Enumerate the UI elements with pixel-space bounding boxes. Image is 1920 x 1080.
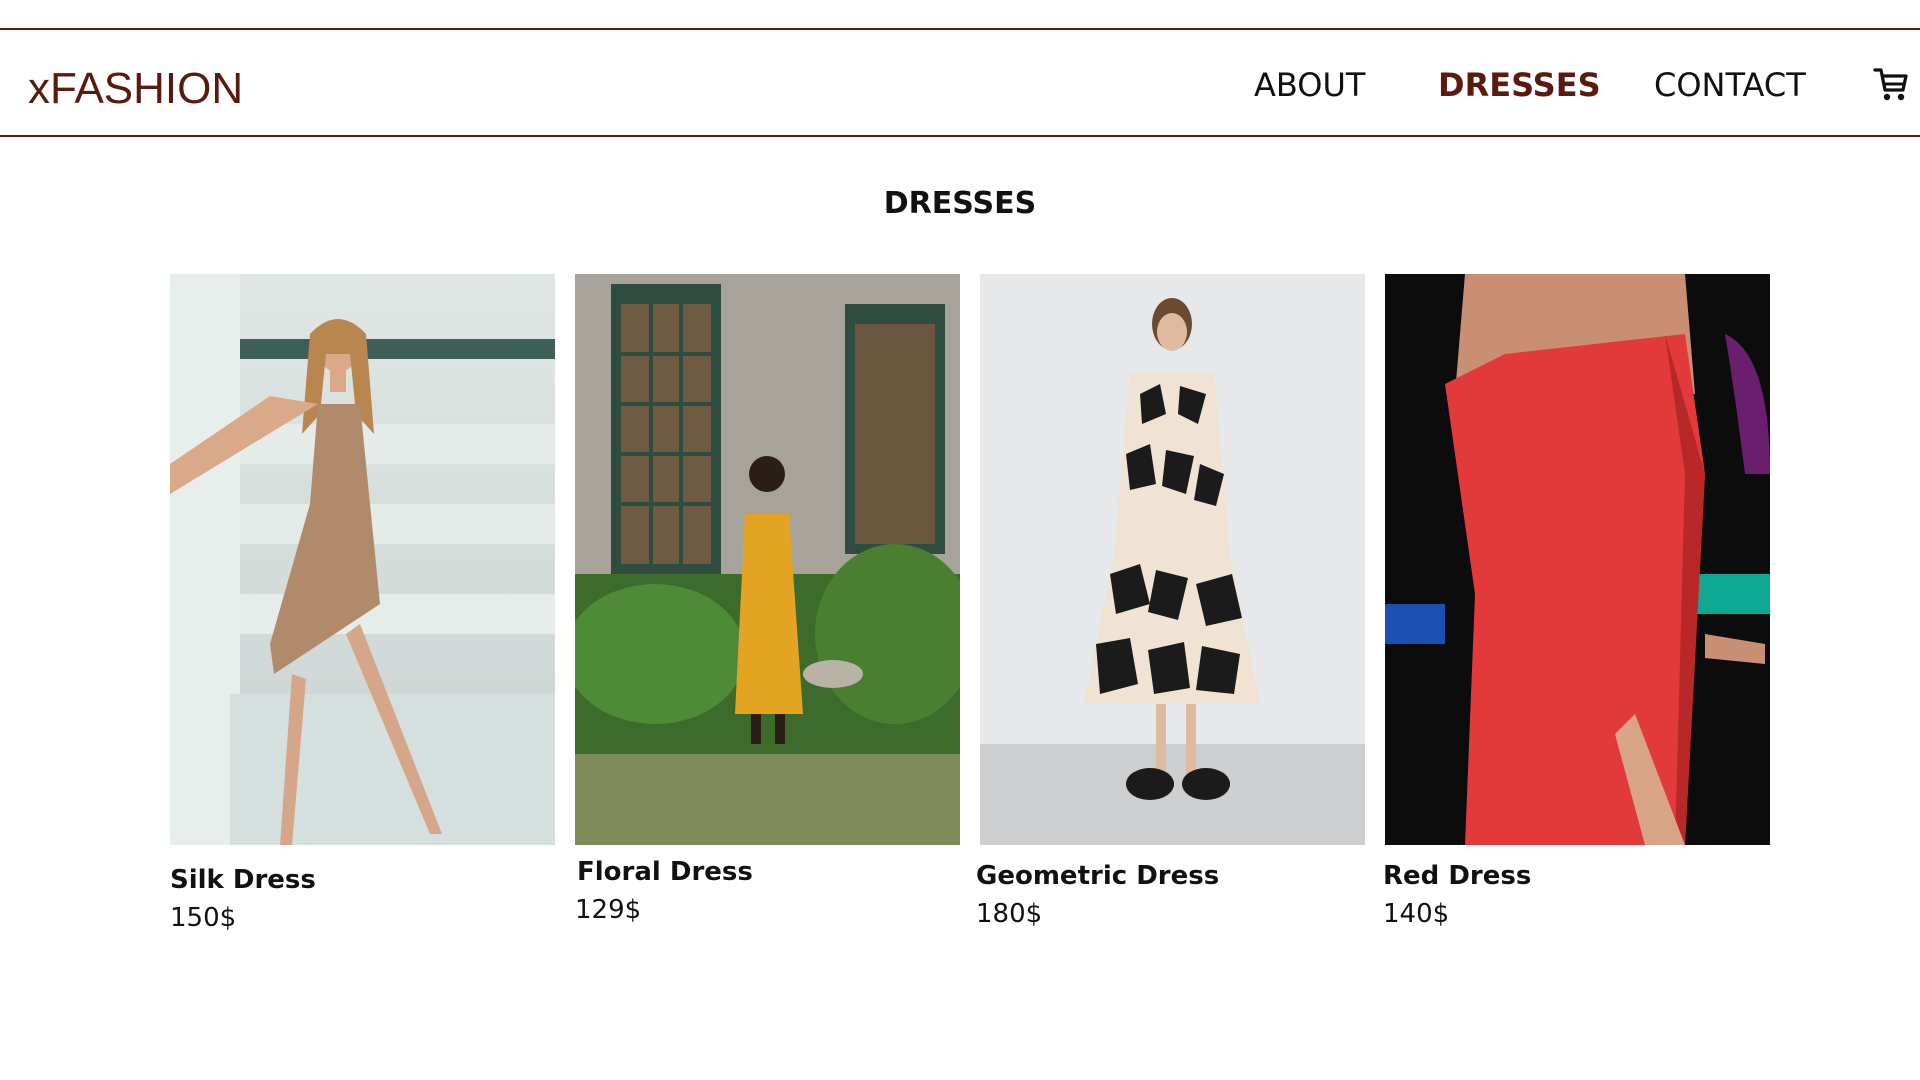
navbar: xFASHION ABOUT DRESSES CONTACT xyxy=(0,30,1920,137)
brand-logo[interactable]: xFASHION xyxy=(28,64,243,114)
product-image-geometric-dress[interactable] xyxy=(980,274,1365,845)
product-price: 140$ xyxy=(1383,899,1450,929)
product-price: 129$ xyxy=(575,895,642,925)
product-image-floral-dress[interactable] xyxy=(575,274,960,845)
product-image-silk-dress[interactable] xyxy=(170,274,555,845)
product-card-geometric-dress[interactable]: Geometric Dress 180$ xyxy=(976,274,1365,929)
product-card-red-dress[interactable]: Red Dress 140$ xyxy=(1383,274,1770,929)
product-price: 180$ xyxy=(976,899,1043,929)
product-name[interactable]: Geometric Dress xyxy=(976,861,1365,891)
product-price: 150$ xyxy=(170,903,237,933)
product-name[interactable]: Red Dress xyxy=(1383,861,1770,891)
nav-about[interactable]: ABOUT xyxy=(1254,66,1365,104)
shopping-cart-icon-svg xyxy=(1873,68,1908,101)
nav-dresses[interactable]: DRESSES xyxy=(1438,66,1601,104)
shopping-cart-icon[interactable] xyxy=(1873,64,1909,104)
product-image-red-dress[interactable] xyxy=(1385,274,1770,845)
product-card-silk-dress[interactable]: Silk Dress 150$ xyxy=(170,274,555,933)
product-card-floral-dress[interactable]: Floral Dress 129$ xyxy=(575,274,960,925)
nav-contact[interactable]: CONTACT xyxy=(1654,66,1806,104)
product-name[interactable]: Floral Dress xyxy=(577,857,960,887)
product-name[interactable]: Silk Dress xyxy=(170,865,555,895)
page-title: DRESSES xyxy=(883,186,1037,221)
